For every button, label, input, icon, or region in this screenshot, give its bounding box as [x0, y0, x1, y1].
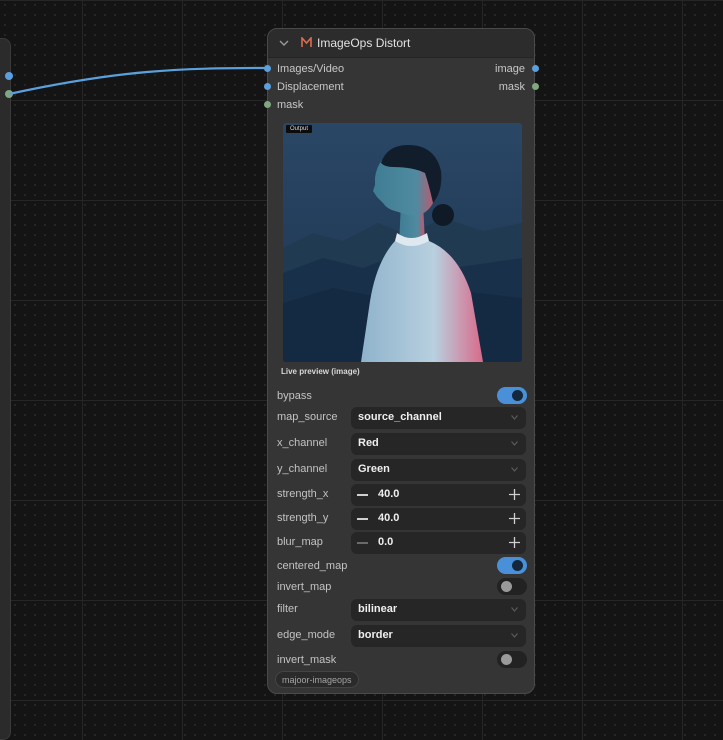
filter-dropdown[interactable]: bilinear	[351, 599, 526, 621]
invert-mask-label: invert_mask	[277, 654, 337, 666]
toggle-knob	[501, 654, 512, 665]
edge-mode-dropdown[interactable]: border	[351, 625, 526, 647]
chevron-down-icon	[511, 467, 518, 472]
widget-map-source[interactable]: map_source source_channel	[268, 407, 534, 429]
strength-x-label: strength_x	[277, 488, 329, 500]
node-header[interactable]: ImageOps Distort	[268, 29, 534, 58]
centered-map-label: centered_map	[277, 560, 348, 572]
image-link-wire	[8, 66, 268, 96]
widget-invert-mask[interactable]: invert_mask	[268, 650, 534, 672]
output-label-mask: mask	[498, 81, 525, 93]
imageops-distort-node[interactable]: ImageOps Distort Images/Video Displaceme…	[267, 28, 535, 694]
widget-edge-mode[interactable]: edge_mode border	[268, 625, 534, 647]
strength-x-stepper[interactable]: 40.0	[351, 484, 526, 506]
widget-y-channel[interactable]: y_channel Green	[268, 459, 534, 481]
live-preview-image: Output	[283, 123, 522, 362]
map-source-dropdown[interactable]: source_channel	[351, 407, 526, 429]
x-channel-value: Red	[358, 437, 379, 449]
chevron-down-icon	[511, 415, 518, 420]
input-port-images-video[interactable]	[264, 65, 271, 72]
chevron-down-icon	[511, 633, 518, 638]
widget-centered-map[interactable]: centered_map	[268, 556, 534, 578]
bypass-toggle[interactable]	[497, 387, 527, 404]
edge-mode-label: edge_mode	[277, 629, 336, 641]
invert-map-toggle[interactable]	[497, 578, 527, 595]
input-label-images-video: Images/Video	[277, 63, 345, 75]
strength-x-value[interactable]: 40.0	[378, 488, 399, 500]
invert-mask-toggle[interactable]	[497, 651, 527, 668]
x-channel-dropdown[interactable]: Red	[351, 433, 526, 455]
widget-invert-map[interactable]: invert_map	[268, 577, 534, 599]
y-channel-value: Green	[358, 463, 390, 475]
decrement-button[interactable]	[357, 518, 368, 520]
node-title: ImageOps Distort	[317, 36, 411, 50]
upstream-mask-output-port[interactable]	[5, 90, 13, 98]
preview-caption: Live preview (image)	[281, 367, 360, 376]
plus-icon[interactable]	[509, 537, 520, 548]
collapse-chevron-icon[interactable]	[279, 38, 289, 48]
plus-icon[interactable]	[509, 489, 520, 500]
chevron-down-icon	[511, 607, 518, 612]
input-label-mask: mask	[277, 99, 304, 111]
bypass-label: bypass	[277, 390, 312, 402]
decrement-button[interactable]	[357, 542, 368, 544]
preview-picture	[283, 123, 522, 362]
filter-value: bilinear	[358, 603, 398, 615]
toggle-knob	[512, 390, 523, 401]
widget-blur-map[interactable]: blur_map 0.0	[268, 532, 534, 554]
upstream-node[interactable]	[0, 38, 11, 740]
plus-icon[interactable]	[509, 513, 520, 524]
input-label-displacement: Displacement	[277, 81, 344, 93]
edge-mode-value: border	[358, 629, 393, 641]
output-port-mask[interactable]	[532, 83, 539, 90]
preview-output-tag: Output	[286, 125, 313, 133]
invert-map-label: invert_map	[277, 581, 332, 593]
node-source-badge: majoor-imageops	[275, 671, 359, 688]
toggle-knob	[501, 581, 512, 592]
x-channel-label: x_channel	[277, 437, 328, 449]
strength-y-value[interactable]: 40.0	[378, 512, 399, 524]
widget-strength-x[interactable]: strength_x 40.0	[268, 484, 534, 506]
upstream-image-output-port[interactable]	[5, 72, 13, 80]
widget-bypass[interactable]: bypass	[268, 386, 534, 408]
centered-map-toggle[interactable]	[497, 557, 527, 574]
y-channel-label: y_channel	[277, 463, 328, 475]
decrement-button[interactable]	[357, 494, 368, 496]
strength-y-label: strength_y	[277, 512, 329, 524]
input-port-displacement[interactable]	[264, 83, 271, 90]
blur-map-stepper[interactable]: 0.0	[351, 532, 526, 554]
toggle-knob	[512, 560, 523, 571]
blur-map-value[interactable]: 0.0	[378, 536, 393, 548]
blur-map-label: blur_map	[277, 536, 323, 548]
imageops-logo-icon	[301, 37, 312, 47]
input-port-mask[interactable]	[264, 101, 271, 108]
output-label-image: image	[495, 63, 525, 75]
widget-filter[interactable]: filter bilinear	[268, 599, 534, 621]
widget-strength-y[interactable]: strength_y 40.0	[268, 508, 534, 530]
filter-label: filter	[277, 603, 298, 615]
widget-x-channel[interactable]: x_channel Red	[268, 433, 534, 455]
map-source-label: map_source	[277, 411, 338, 423]
chevron-down-icon	[511, 441, 518, 446]
map-source-value: source_channel	[358, 411, 442, 423]
y-channel-dropdown[interactable]: Green	[351, 459, 526, 481]
strength-y-stepper[interactable]: 40.0	[351, 508, 526, 530]
output-port-image[interactable]	[532, 65, 539, 72]
